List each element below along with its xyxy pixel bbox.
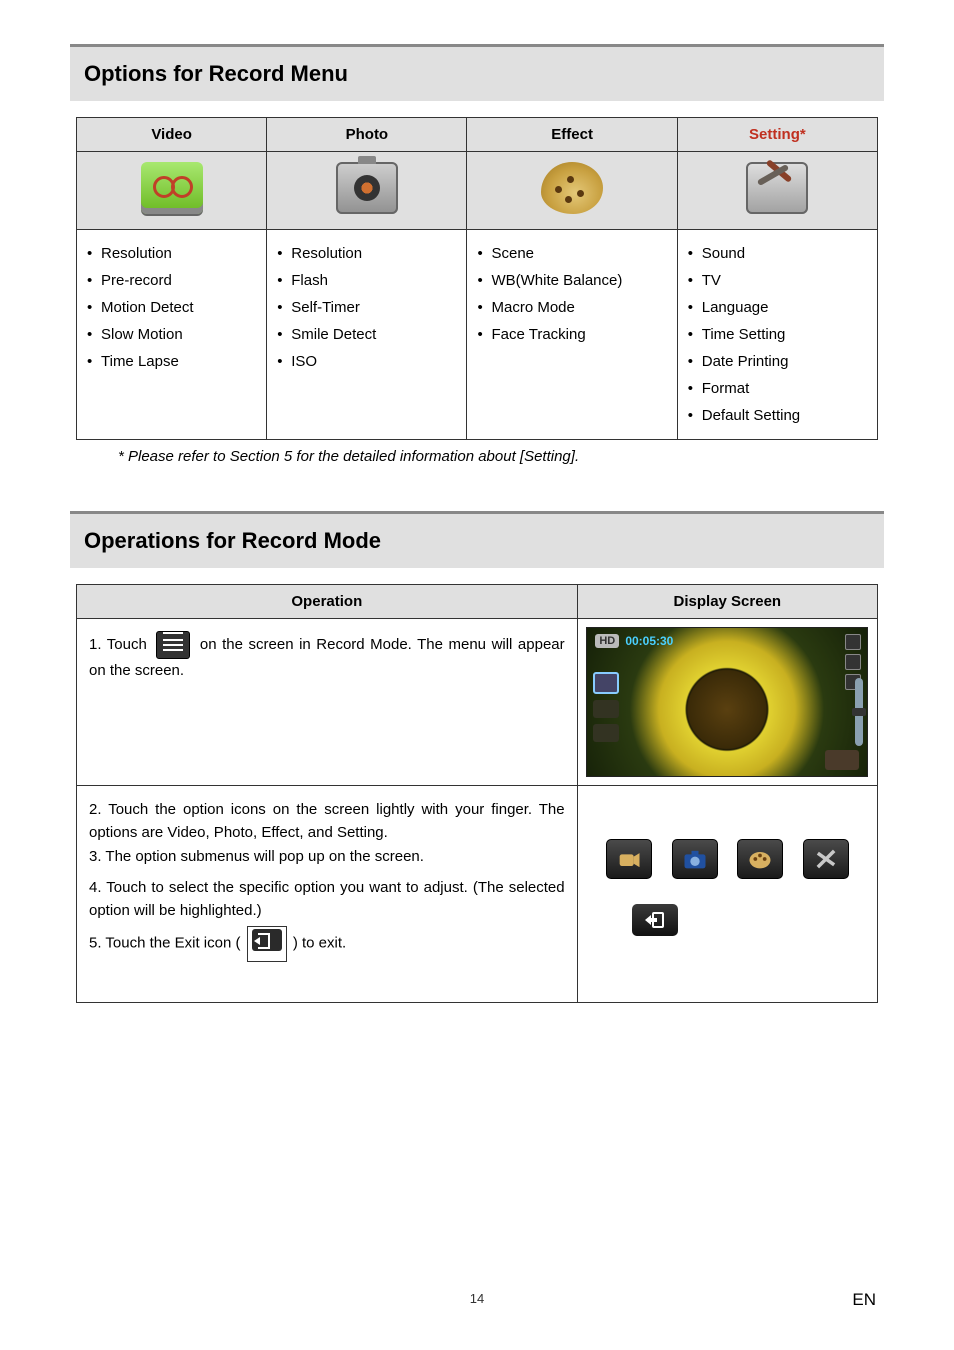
exit-icon-box (247, 926, 287, 961)
setting-item: •Language (688, 294, 873, 321)
photo-item: •Flash (277, 267, 462, 294)
video-mode-icon-cell (77, 152, 267, 230)
video-item: •Time Lapse (87, 348, 262, 375)
col-video-header: Video (77, 118, 267, 152)
setting-mode-icon (746, 162, 808, 214)
record-mode-screenshot: HD 00:05:30 (586, 627, 868, 777)
effect-item: •Face Tracking (477, 321, 672, 348)
indicator-icon (845, 654, 861, 670)
effect-item: •WB(White Balance) (477, 267, 672, 294)
photo-item: •Self-Timer (277, 294, 462, 321)
setting-item: •Format (688, 375, 873, 402)
operation-steps-2-5-cell: 2. Touch the option icons on the screen … (77, 786, 578, 1003)
setting-item: •TV (688, 267, 873, 294)
hd-badge: HD (595, 634, 619, 648)
photo-item: •Resolution (277, 240, 462, 267)
setting-list-cell: •Sound •TV •Language •Time Setting •Date… (677, 230, 877, 440)
display-col-header: Display Screen (577, 585, 877, 619)
menu-overlay-icon[interactable] (593, 724, 619, 742)
effect-mode-icon-cell (467, 152, 677, 230)
options-footnote: * Please refer to Section 5 for the deta… (118, 448, 884, 465)
mode-icon-row (586, 824, 868, 894)
options-record-menu-title: Options for Record Menu (84, 61, 870, 87)
effect-mode-icon (541, 162, 603, 214)
exit-button-row (586, 904, 868, 936)
effect-item: •Macro Mode (477, 294, 672, 321)
video-item: •Resolution (87, 240, 262, 267)
options-table: Video Photo Effect Setting* •Resolution … (76, 117, 878, 440)
step2-text: 2. Touch the option icons on the screen … (89, 798, 565, 845)
setting-mode-icon-cell (677, 152, 877, 230)
options-record-menu-header: Options for Record Menu (70, 44, 884, 101)
display-icons-cell (577, 786, 877, 1003)
col-photo-header: Photo (267, 118, 467, 152)
mode-select-icon[interactable] (593, 672, 619, 694)
operation-col-header: Operation (77, 585, 578, 619)
display-screenshot-cell: HD 00:05:30 (577, 619, 877, 786)
effect-item: •Scene (477, 240, 672, 267)
step4-text: 4. Touch to select the specific option y… (89, 876, 565, 923)
step5-suffix: ) to exit. (293, 935, 346, 952)
indicator-icon (845, 634, 861, 650)
menu-icon[interactable] (156, 631, 190, 659)
step5-line: 5. Touch the Exit icon ( ) to exit. (89, 926, 565, 961)
photo-mode-icon (336, 162, 398, 214)
photo-item: •ISO (277, 348, 462, 375)
operations-record-mode-header: Operations for Record Mode (70, 511, 884, 568)
video-item: •Motion Detect (87, 294, 262, 321)
setting-item: •Date Printing (688, 348, 873, 375)
col-effect-header: Effect (467, 118, 677, 152)
exit-button-icon[interactable] (632, 904, 678, 936)
video-item: •Pre-record (87, 267, 262, 294)
zoom-slider[interactable] (855, 678, 863, 746)
photo-option-icon[interactable] (672, 839, 718, 879)
video-mode-icon (141, 162, 203, 214)
record-button-icon[interactable] (825, 750, 859, 770)
video-list-cell: •Resolution •Pre-record •Motion Detect •… (77, 230, 267, 440)
step1-mid: on the screen in Record Mode. The menu (200, 636, 486, 653)
video-option-icon[interactable] (606, 839, 652, 879)
setting-item: •Default Setting (688, 402, 873, 429)
photo-mode-icon-cell (267, 152, 467, 230)
photo-item: •Smile Detect (277, 321, 462, 348)
page-number: 14 (0, 1291, 954, 1306)
operations-record-mode-title: Operations for Record Mode (84, 528, 870, 554)
operation-step-1-cell: 1. Touch on the screen in Record Mode. T… (77, 619, 578, 786)
setting-item: •Time Setting (688, 321, 873, 348)
menu-overlay-icon[interactable] (593, 700, 619, 718)
exit-icon[interactable] (252, 929, 282, 951)
setting-option-icon[interactable] (803, 839, 849, 879)
setting-item: •Sound (688, 240, 873, 267)
screenshot-left-icons (593, 672, 619, 742)
col-setting-header: Setting* (677, 118, 877, 152)
step5-prefix: 5. Touch the Exit icon ( (89, 935, 240, 952)
step3-text: 3. The option submenus will pop up on th… (89, 845, 565, 868)
language-label: EN (852, 1290, 876, 1310)
photo-list-cell: •Resolution •Flash •Self-Timer •Smile De… (267, 230, 467, 440)
record-time-label: 00:05:30 (625, 634, 673, 648)
effect-option-icon[interactable] (737, 839, 783, 879)
video-item: •Slow Motion (87, 321, 262, 348)
operations-table: Operation Display Screen 1. Touch on the… (76, 584, 878, 1003)
effect-list-cell: •Scene •WB(White Balance) •Macro Mode •F… (467, 230, 677, 440)
step1-prefix: 1. Touch (89, 636, 147, 653)
